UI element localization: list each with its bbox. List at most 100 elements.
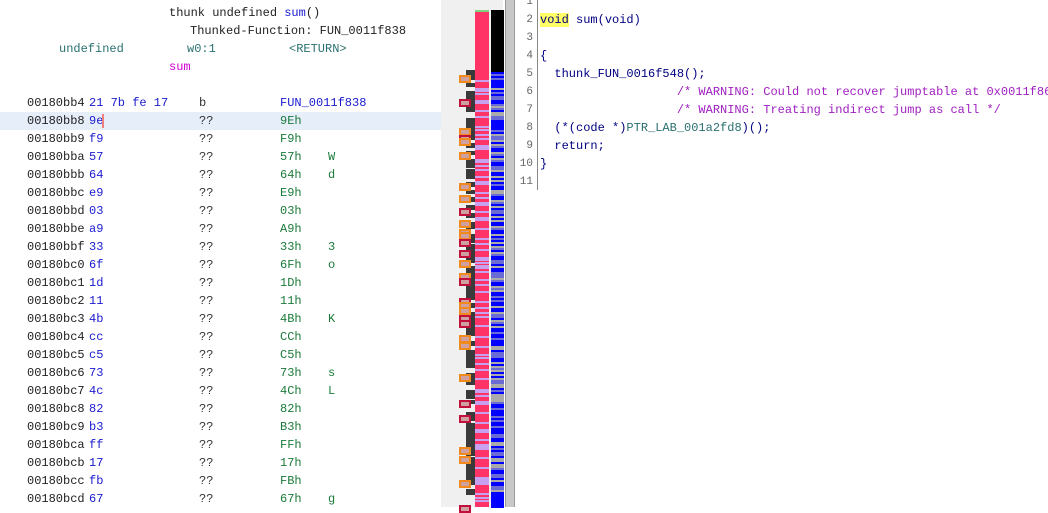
entropy-bar[interactable] bbox=[491, 10, 504, 508]
listing-row[interactable]: 00180bbc e9?? E9h bbox=[0, 184, 441, 202]
mnemonic: ?? bbox=[199, 222, 214, 236]
error-marker-icon[interactable] bbox=[459, 278, 471, 286]
address: 00180bbd bbox=[27, 204, 85, 218]
listing-row[interactable]: 00180bbd 03?? 03h bbox=[0, 202, 441, 220]
function-block-marker bbox=[466, 390, 475, 399]
bytes: 4c bbox=[89, 384, 104, 398]
listing-row[interactable]: 00180bc0 6f?? 6Fh o bbox=[0, 256, 441, 274]
mnemonic: ?? bbox=[199, 456, 214, 470]
mnemonic: ?? bbox=[199, 312, 214, 326]
bookmark-marker-icon[interactable] bbox=[459, 260, 471, 268]
bytes: 33 bbox=[89, 240, 104, 254]
error-marker-icon[interactable] bbox=[459, 415, 471, 423]
mnemonic: ?? bbox=[199, 114, 214, 128]
text-cursor bbox=[102, 114, 104, 128]
bookmark-marker-icon[interactable] bbox=[459, 152, 471, 160]
listing-row[interactable]: 00180bc4 cc?? CCh bbox=[0, 328, 441, 346]
listing-row[interactable]: 00180bc1 1d?? 1Dh bbox=[0, 274, 441, 292]
overview-stripe bbox=[475, 116, 489, 118]
overview-stripe bbox=[475, 134, 489, 136]
listing-row[interactable]: 00180bcc fb?? FBh bbox=[0, 472, 441, 490]
overview-stripe bbox=[475, 429, 489, 433]
line-number: 1 bbox=[526, 0, 533, 8]
error-marker-icon[interactable] bbox=[459, 99, 471, 107]
overview-stripe bbox=[475, 500, 489, 502]
listing-row[interactable]: 00180bc9 b3?? B3h bbox=[0, 418, 441, 436]
panel-divider[interactable] bbox=[505, 0, 515, 507]
code-line-5[interactable]: thunk_FUN_0016f548(); bbox=[540, 65, 705, 83]
function-name[interactable]: sum bbox=[284, 6, 306, 20]
operand: 82h bbox=[280, 402, 302, 416]
mnemonic: ?? bbox=[199, 186, 214, 200]
operand: 4Ch bbox=[280, 384, 302, 398]
listing-row[interactable]: 00180bbe a9?? A9h bbox=[0, 220, 441, 238]
listing-row[interactable]: 00180bcb 17?? 17h bbox=[0, 454, 441, 472]
listing-row[interactable]: 00180bc8 82?? 82h bbox=[0, 400, 441, 418]
overview-stripe bbox=[475, 378, 489, 380]
listing-row[interactable]: 00180bc2 11?? 11h bbox=[0, 292, 441, 310]
error-marker-icon[interactable] bbox=[459, 400, 471, 408]
listing-panel: thunk undefined sum() Thunked-Function: … bbox=[0, 0, 441, 507]
line-number-gutter: 1 2 3 4 5 6 7 8 9 10 11 bbox=[515, 0, 538, 190]
operand: FFh bbox=[280, 438, 302, 452]
function-label[interactable]: sum bbox=[169, 58, 191, 76]
thunked-function-label[interactable]: Thunked-Function: FUN_0011f838 bbox=[190, 22, 406, 40]
address: 00180bca bbox=[27, 438, 85, 452]
pointer-label[interactable]: PTR_LAB_001a2fd8 bbox=[626, 121, 741, 135]
address: 00180bbc bbox=[27, 186, 85, 200]
error-marker-icon[interactable] bbox=[459, 208, 471, 216]
line-number: 10 bbox=[519, 158, 533, 170]
bookmark-marker-icon[interactable] bbox=[459, 183, 471, 191]
listing-row[interactable]: 00180bc5 c5?? C5h bbox=[0, 346, 441, 364]
listing-row[interactable]: 00180bb4 21 7b fe 17 b FUN_0011f838 bbox=[0, 94, 441, 112]
bookmark-marker-icon[interactable] bbox=[459, 374, 471, 382]
ascii-char: o bbox=[328, 258, 336, 272]
return-name: <RETURN> bbox=[289, 42, 347, 56]
listing-row[interactable]: 00180bc6 73?? 73h s bbox=[0, 364, 441, 382]
bookmark-marker-icon[interactable] bbox=[459, 195, 471, 203]
overview-top-marker bbox=[475, 10, 489, 12]
bookmark-marker-icon[interactable] bbox=[459, 342, 471, 350]
bytes: 67 bbox=[89, 492, 104, 506]
listing-row[interactable]: 00180bcd 67?? 67h g bbox=[0, 490, 441, 507]
error-marker-icon[interactable] bbox=[459, 239, 471, 247]
function-signature: thunk undefined sum() bbox=[169, 6, 321, 20]
listing-row[interactable]: 00180bc7 4c?? 4Ch L bbox=[0, 382, 441, 400]
bookmark-marker-icon[interactable] bbox=[459, 307, 471, 315]
mnemonic: ?? bbox=[199, 258, 214, 272]
mnemonic: ?? bbox=[199, 276, 214, 290]
mnemonic: ?? bbox=[199, 204, 214, 218]
bytes: 03 bbox=[89, 204, 104, 218]
overview-bar[interactable] bbox=[475, 10, 489, 507]
operand: 33h bbox=[280, 240, 302, 254]
bookmark-marker-icon[interactable] bbox=[459, 447, 471, 455]
ascii-char: d bbox=[328, 168, 336, 182]
listing-row[interactable]: 00180bbb 64?? 64h d bbox=[0, 166, 441, 184]
listing-row[interactable]: 00180bb9 f9?? F9h bbox=[0, 130, 441, 148]
listing-row[interactable]: 00180bc3 4b?? 4Bh K bbox=[0, 310, 441, 328]
address: 00180bc1 bbox=[27, 276, 85, 290]
operand: E9h bbox=[280, 186, 302, 200]
bytes: 17 bbox=[89, 456, 104, 470]
listing-row[interactable]: 00180bca ff?? FFh bbox=[0, 436, 441, 454]
error-marker-icon[interactable] bbox=[459, 505, 471, 513]
listing-row[interactable]: 00180bb8 9e?? 9Eh bbox=[0, 112, 441, 130]
overview-stripe bbox=[475, 412, 489, 414]
bookmark-marker-icon[interactable] bbox=[459, 456, 471, 464]
overview-stripe bbox=[475, 497, 489, 499]
address: 00180bc4 bbox=[27, 330, 85, 344]
address: 00180bb8 bbox=[27, 114, 85, 128]
listing-row[interactable]: 00180bbf 33?? 33h 3 bbox=[0, 238, 441, 256]
bookmark-marker-icon[interactable] bbox=[459, 480, 471, 488]
return-type-keyword[interactable]: void bbox=[540, 13, 569, 27]
error-marker-icon[interactable] bbox=[459, 320, 471, 328]
listing-row[interactable]: 00180bba 57?? 57h W bbox=[0, 148, 441, 166]
overview-stripe bbox=[475, 389, 489, 393]
bookmark-marker-icon[interactable] bbox=[459, 220, 471, 228]
bookmark-marker-icon[interactable] bbox=[459, 138, 471, 146]
error-marker-icon[interactable] bbox=[459, 250, 471, 258]
bookmark-marker-icon[interactable] bbox=[459, 75, 471, 83]
ascii-char: W bbox=[328, 150, 336, 164]
return-storage: w0:1 bbox=[187, 42, 216, 56]
address: 00180bbb bbox=[27, 168, 85, 182]
